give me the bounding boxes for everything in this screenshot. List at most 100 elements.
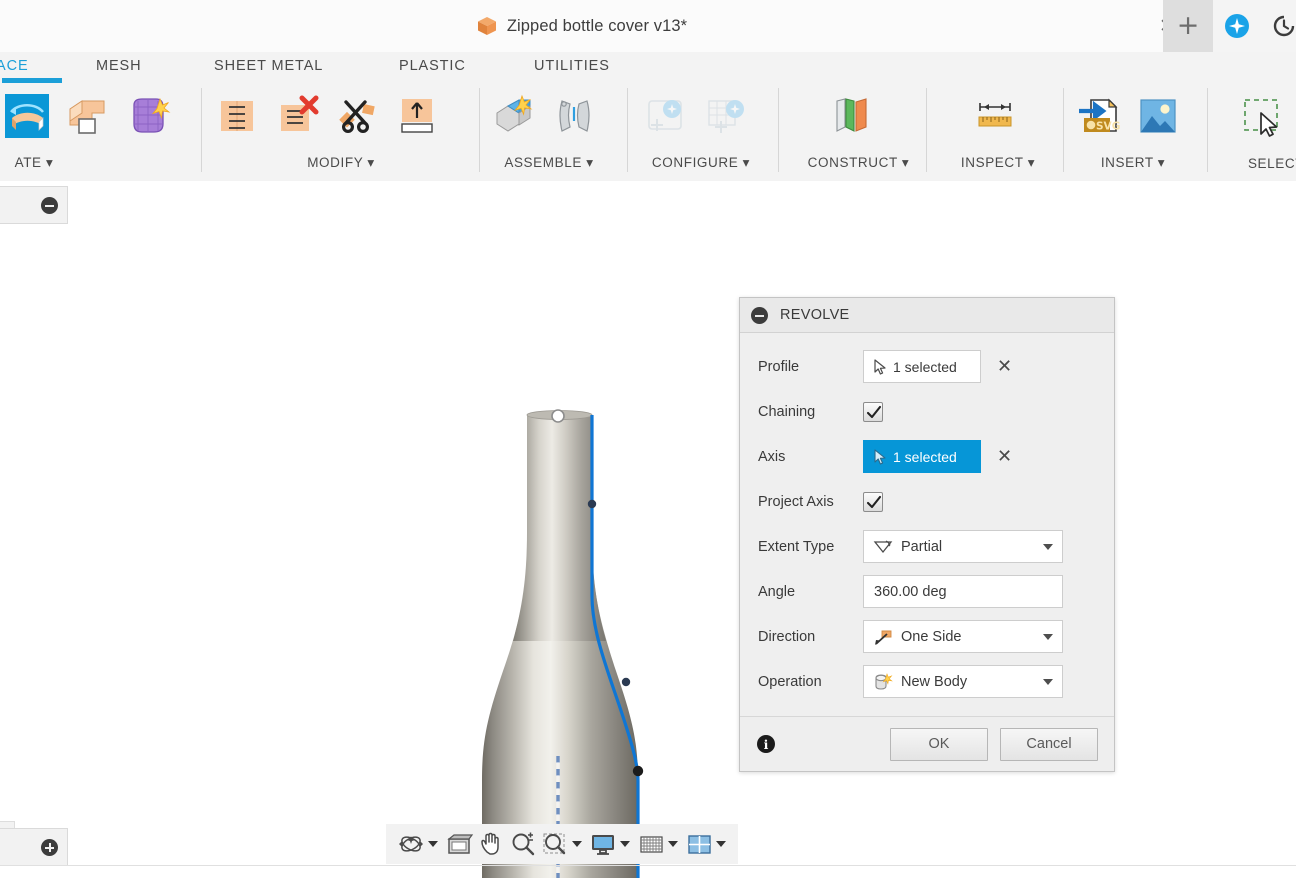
document-tab[interactable]: Zipped bottle cover v13* — [0, 0, 1163, 52]
extent-type-value: Partial — [901, 538, 943, 555]
zoom-button[interactable] — [508, 828, 538, 860]
label-angle: Angle — [758, 583, 796, 600]
form-icon[interactable] — [122, 91, 172, 141]
label-extent-type: Extent Type — [758, 538, 835, 555]
ribbon-tab-plastic[interactable]: PLASTIC — [399, 58, 466, 74]
zoom-window-icon — [540, 830, 570, 858]
configure-icon[interactable] — [641, 91, 691, 141]
ribbon-separator — [778, 88, 779, 172]
ribbon-tab-utilities[interactable]: UTILITIES — [534, 58, 610, 74]
partial-angle-icon — [873, 539, 893, 553]
cube-icon — [476, 15, 498, 37]
operation-dropdown[interactable]: New Body — [863, 665, 1063, 698]
configure-table-icon[interactable] — [701, 91, 751, 141]
chevron-down-icon[interactable] — [572, 841, 582, 847]
zoom-window-button[interactable] — [540, 828, 586, 860]
new-component-icon[interactable] — [489, 91, 539, 141]
ribbon-group-label-modify[interactable]: MODIFY ▾ — [212, 155, 470, 171]
ribbon-group-label-select[interactable]: SELECT — [1226, 156, 1296, 171]
chevron-down-icon[interactable] — [1043, 544, 1053, 550]
angle-input[interactable]: 360.00 deg — [863, 575, 1063, 608]
viewports-button[interactable] — [684, 828, 730, 860]
chevron-down-icon[interactable] — [1043, 679, 1053, 685]
seam-icon[interactable] — [212, 91, 262, 141]
ribbon-separator — [201, 88, 202, 172]
fusion-app-icon[interactable] — [1223, 12, 1251, 40]
title-tab-bar: Zipped bottle cover v13* ✕ + — [0, 0, 1296, 53]
offset-plane-icon[interactable] — [826, 91, 876, 141]
grid-snap-button[interactable] — [636, 828, 682, 860]
sketch-point[interactable] — [632, 765, 644, 777]
measure-icon[interactable] — [970, 91, 1020, 141]
direction-dropdown[interactable]: One Side — [863, 620, 1063, 653]
revolve-icon[interactable] — [2, 91, 52, 141]
extrude-cut-icon[interactable] — [62, 91, 112, 141]
ribbon-group-label-inspect[interactable]: INSPECT ▾ — [948, 155, 1048, 171]
unfold-icon[interactable] — [392, 91, 442, 141]
recent-activity-icon[interactable] — [1270, 12, 1296, 40]
display-settings-button[interactable] — [588, 828, 634, 860]
label-profile: Profile — [758, 358, 800, 375]
ribbon-tab-sheet-metal[interactable]: SHEET METAL — [214, 58, 323, 74]
chevron-down-icon[interactable] — [668, 841, 678, 847]
chaining-checkbox[interactable] — [863, 401, 883, 422]
ribbon-separator — [926, 88, 927, 172]
ribbon-group-label-configure[interactable]: CONFIGURE ▾ — [641, 155, 761, 171]
info-icon[interactable]: i — [757, 735, 775, 753]
ribbon-group-label-create[interactable]: ATE ▾ — [0, 155, 124, 171]
profile-selection-text: 1 selected — [893, 358, 957, 375]
joint-icon[interactable] — [549, 91, 599, 141]
chevron-down-icon[interactable] — [1043, 634, 1053, 640]
new-tab-button[interactable]: + — [1163, 0, 1213, 52]
revolve-dialog-body: Profile 1 selected ✕ Chaining Axis 1 sel… — [740, 333, 1114, 716]
row-project-axis: Project Axis — [740, 479, 1114, 524]
insert-svg-icon[interactable]: SVG — [1073, 91, 1123, 141]
checkmark-icon — [866, 495, 882, 508]
ribbon-group-label-construct[interactable]: CONSTRUCT ▾ — [806, 155, 911, 171]
pan-button[interactable] — [476, 828, 506, 860]
ok-button[interactable]: OK — [890, 727, 988, 761]
row-axis: Axis 1 selected ✕ — [740, 434, 1114, 479]
sketch-origin-point[interactable] — [551, 409, 565, 423]
viewports-icon — [684, 830, 714, 858]
document-title: Zipped bottle cover v13* — [506, 16, 688, 35]
revolve-dialog[interactable]: REVOLVE Profile 1 selected ✕ Chaining Ax… — [739, 297, 1115, 772]
trim-icon[interactable] — [332, 91, 382, 141]
grid-snap-icon — [636, 830, 666, 858]
ribbon-separator — [627, 88, 628, 172]
orbit-button[interactable] — [396, 828, 442, 860]
ribbon-separator — [479, 88, 480, 172]
svg-text:SVG: SVG — [1096, 121, 1120, 133]
ribbon-tab-mesh[interactable]: MESH — [96, 58, 142, 74]
look-at-button[interactable] — [444, 828, 474, 860]
pan-icon — [476, 830, 506, 858]
collapse-icon[interactable] — [751, 306, 768, 324]
project-axis-checkbox[interactable] — [863, 491, 883, 512]
plus-icon: + — [1176, 10, 1200, 41]
chevron-down-icon[interactable] — [428, 841, 438, 847]
chevron-down-icon[interactable] — [620, 841, 630, 847]
label-axis: Axis — [758, 448, 786, 465]
cancel-button[interactable]: Cancel — [1000, 727, 1098, 761]
ribbon-tab-surface[interactable]: ACE — [0, 58, 29, 74]
sketch-point[interactable] — [587, 499, 597, 509]
profile-clear-button[interactable]: ✕ — [997, 357, 1013, 375]
select-window-icon[interactable] — [1236, 91, 1286, 141]
delete-seam-icon[interactable] — [272, 91, 322, 141]
row-direction: Direction One Side — [740, 614, 1114, 659]
profile-selection-field[interactable]: 1 selected — [863, 350, 981, 383]
viewport-canvas[interactable]: REVOLVE Profile 1 selected ✕ Chaining Ax… — [0, 181, 1296, 878]
ribbon-group-label-insert[interactable]: INSERT ▾ — [1073, 155, 1193, 171]
extent-type-dropdown[interactable]: Partial — [863, 530, 1063, 563]
ribbon-group-assemble: ASSEMBLE ▾ — [489, 82, 609, 180]
axis-clear-button[interactable]: ✕ — [997, 447, 1013, 465]
axis-selection-field[interactable]: 1 selected — [863, 440, 981, 473]
ribbon-group-inspect: INSPECT ▾ — [948, 82, 1048, 180]
axis-selection-text: 1 selected — [893, 448, 957, 465]
ribbon-group-create: ATE ▾ — [0, 82, 196, 180]
chevron-down-icon[interactable] — [716, 841, 726, 847]
new-body-icon — [875, 672, 893, 690]
insert-image-icon[interactable] — [1133, 91, 1183, 141]
sketch-point[interactable] — [621, 677, 631, 687]
ribbon-group-label-assemble[interactable]: ASSEMBLE ▾ — [489, 155, 609, 171]
